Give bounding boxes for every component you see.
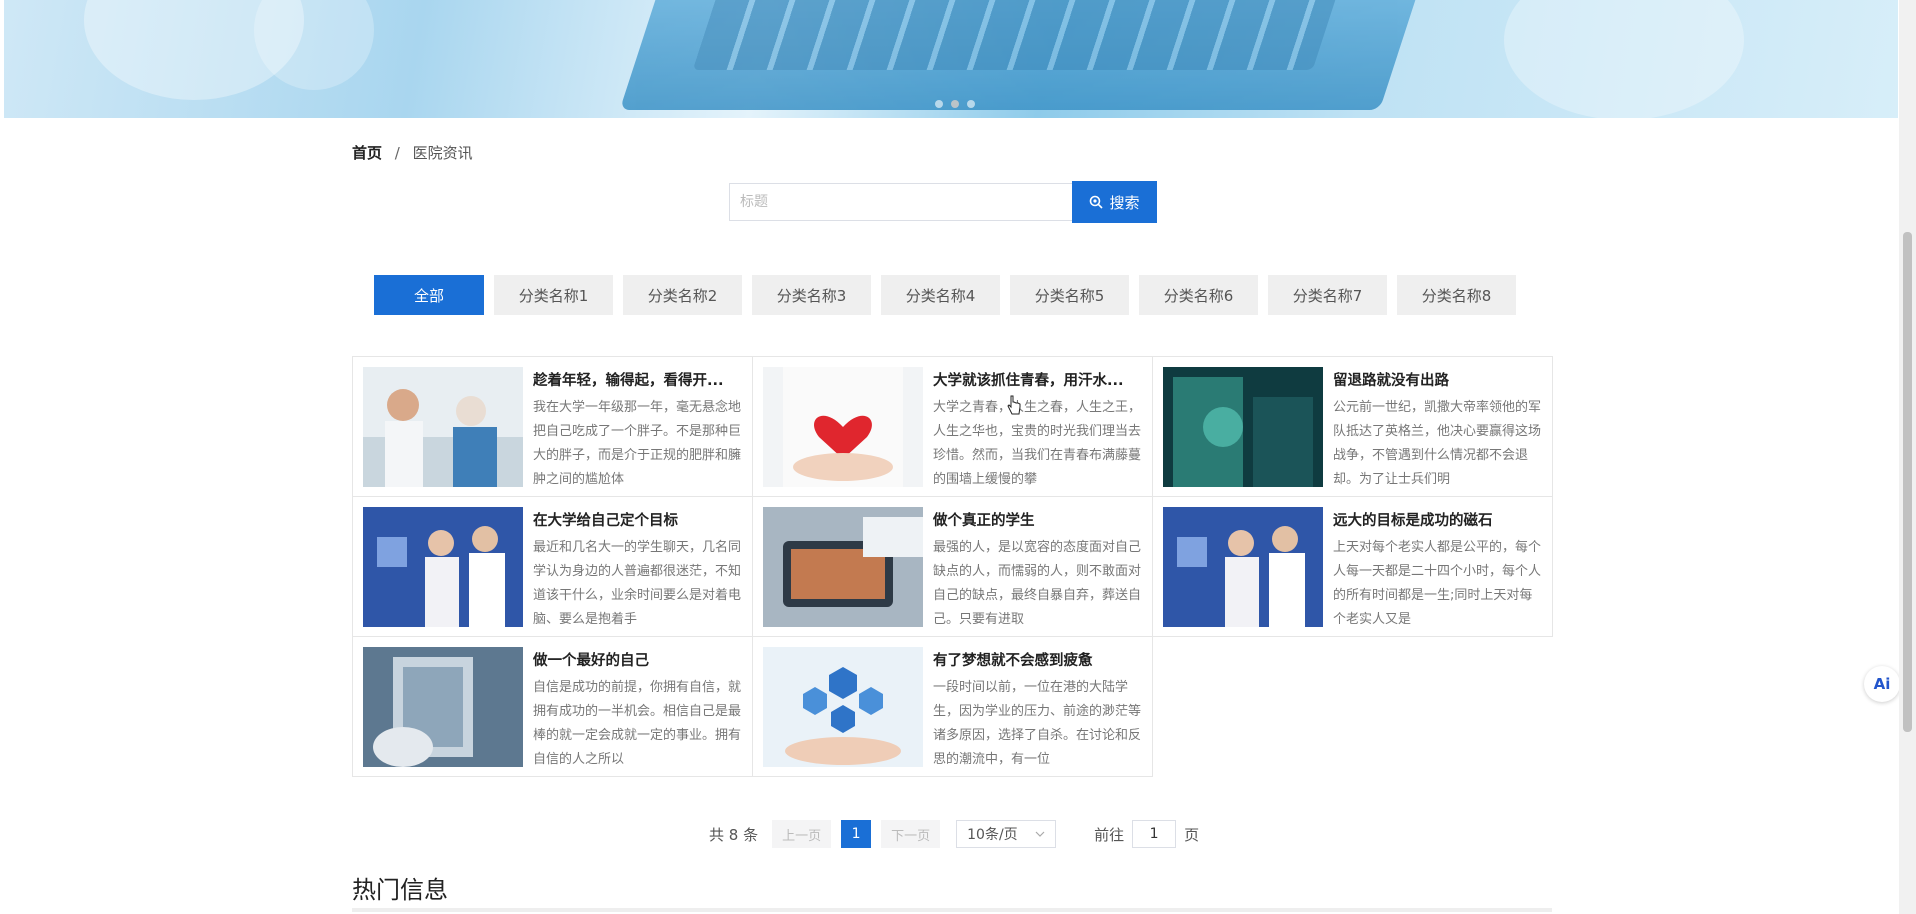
goto-label: 前往 <box>1094 825 1125 844</box>
hot-section-title: 热门信息 <box>352 876 448 904</box>
article-thumbnail[interactable] <box>763 647 923 767</box>
article-thumbnail[interactable] <box>363 647 523 767</box>
tab-category-2[interactable]: 分类名称2 <box>623 275 742 315</box>
article-title[interactable]: 趁着年轻，输得起，看得开... <box>533 369 742 390</box>
article-summary: 我在大学一年级那一年，毫无悬念地把自己吃成了一个胖子。不是那种巨大的胖子，而是介… <box>533 400 742 486</box>
article-summary: 公元前一世纪，凯撒大帝率领他的军队抵达了英格兰，他决心要赢得这场战争，不管遇到什… <box>1333 400 1542 486</box>
article-thumbnail[interactable] <box>1163 367 1323 487</box>
article-summary: 最近和几名大一的学生聊天，几名同学认为身边的人普遍都很迷茫，不知道该干什么，业余… <box>533 540 742 626</box>
article-card[interactable]: 远大的目标是成功的磁石 上天对每个老实人都是公平的，每个人每一天都是二十四个小时… <box>1153 497 1553 637</box>
article-grid: 趁着年轻，输得起，看得开... 我在大学一年级那一年，毫无悬念地把自己吃成了一个… <box>352 356 1553 777</box>
mouse-cursor-icon <box>1007 395 1021 415</box>
article-card[interactable]: 趁着年轻，输得起，看得开... 我在大学一年级那一年，毫无悬念地把自己吃成了一个… <box>353 357 753 497</box>
scrollbar-thumb[interactable] <box>1903 232 1912 732</box>
article-title[interactable]: 大学就该抓住青春，用汗水... <box>933 369 1142 390</box>
page-scrollbar[interactable] <box>1899 0 1916 914</box>
article-card[interactable]: 做个真正的学生 最强的人，是以宽容的态度面对自己缺点的人，而懦弱的人，则不敢面对… <box>753 497 1153 637</box>
article-thumbnail[interactable] <box>363 367 523 487</box>
article-thumbnail[interactable] <box>763 367 923 487</box>
tab-category-7[interactable]: 分类名称7 <box>1268 275 1387 315</box>
article-card[interactable]: 有了梦想就不会感到疲惫 一段时间以前，一位在港的大陆学生，因为学业的压力、前途的… <box>753 637 1153 777</box>
carousel-dot[interactable] <box>967 100 975 108</box>
tab-category-3[interactable]: 分类名称3 <box>752 275 871 315</box>
article-thumbnail[interactable] <box>763 507 923 627</box>
next-page-button[interactable]: 下一页 <box>881 820 941 848</box>
article-title[interactable]: 有了梦想就不会感到疲惫 <box>933 649 1142 670</box>
article-summary: 自信是成功的前提，你拥有自信，就拥有成功的一半机会。相信自己是最棒的就一定会成就… <box>533 680 742 766</box>
goto-page: 前往 页 <box>1094 820 1199 848</box>
carousel-indicators[interactable] <box>935 100 975 108</box>
breadcrumb: 首页 / 医院资讯 <box>352 142 473 163</box>
article-summary: 最强的人，是以宽容的态度面对自己缺点的人，而懦弱的人，则不敢面对自己的缺点，最终… <box>933 540 1142 626</box>
page-size-value: 10条/页 <box>967 827 1018 843</box>
hero-banner[interactable] <box>4 0 1898 118</box>
article-card[interactable]: 大学就该抓住青春，用汗水... 大学之青春，人生之春，人生之王，人生之华也，宝贵… <box>753 357 1153 497</box>
prev-page-button[interactable]: 上一页 <box>772 820 832 848</box>
tab-category-5[interactable]: 分类名称5 <box>1010 275 1129 315</box>
pagination-total: 共 8 条 <box>709 825 759 844</box>
search-icon <box>1090 195 1104 209</box>
ai-assistant-button[interactable]: Ai <box>1864 666 1900 702</box>
search-button-label: 搜索 <box>1109 193 1140 212</box>
tab-category-1[interactable]: 分类名称1 <box>494 275 613 315</box>
article-card[interactable]: 在大学给自己定个目标 最近和几名大一的学生聊天，几名同学认为身边的人普遍都很迷茫… <box>353 497 753 637</box>
article-thumbnail[interactable] <box>1163 507 1323 627</box>
article-title[interactable]: 做个真正的学生 <box>933 509 1142 530</box>
tab-category-4[interactable]: 分类名称4 <box>881 275 1000 315</box>
tab-category-8[interactable]: 分类名称8 <box>1397 275 1516 315</box>
article-title[interactable]: 做一个最好的自己 <box>533 649 742 670</box>
carousel-dot-active[interactable] <box>951 100 959 108</box>
article-title[interactable]: 留退路就没有出路 <box>1333 369 1542 390</box>
page-number-active[interactable]: 1 <box>841 820 872 848</box>
chevron-down-icon <box>1035 831 1045 837</box>
carousel-dot[interactable] <box>935 100 943 108</box>
article-summary: 大学之青春，人生之春，人生之王，人生之华也，宝贵的时光我们理当去珍惜。然而，当我… <box>933 400 1142 486</box>
goto-suffix: 页 <box>1184 825 1200 844</box>
empty-cell <box>1153 637 1553 777</box>
search-bar: 搜索 <box>729 181 1157 223</box>
breadcrumb-home-link[interactable]: 首页 <box>352 144 382 162</box>
article-card[interactable]: 做一个最好的自己 自信是成功的前提，你拥有自信，就拥有成功的一半机会。相信自己是… <box>353 637 753 777</box>
page-size-select[interactable]: 10条/页 <box>956 820 1057 848</box>
article-thumbnail[interactable] <box>363 507 523 627</box>
breadcrumb-current: 医院资讯 <box>412 144 473 162</box>
article-summary: 上天对每个老实人都是公平的，每个人每一天都是二十四个小时，每个人的所有时间都是一… <box>1333 540 1542 626</box>
search-input[interactable] <box>729 183 1072 221</box>
tab-all[interactable]: 全部 <box>374 275 484 315</box>
goto-page-input[interactable] <box>1132 820 1177 848</box>
article-card[interactable]: 留退路就没有出路 公元前一世纪，凯撒大帝率领他的军队抵达了英格兰，他决心要赢得这… <box>1153 357 1553 497</box>
tab-category-6[interactable]: 分类名称6 <box>1139 275 1258 315</box>
pagination: 共 8 条 上一页 1 下一页 10条/页 前往 页 <box>709 820 1199 848</box>
search-button[interactable]: 搜索 <box>1072 181 1157 223</box>
breadcrumb-separator: / <box>394 144 400 162</box>
article-summary: 一段时间以前，一位在港的大陆学生，因为学业的压力、前途的渺茫等诸多原因，选择了自… <box>933 680 1142 766</box>
article-title[interactable]: 远大的目标是成功的磁石 <box>1333 509 1542 530</box>
hot-section-divider <box>352 908 1552 912</box>
article-title[interactable]: 在大学给自己定个目标 <box>533 509 742 530</box>
category-tabs: 全部 分类名称1 分类名称2 分类名称3 分类名称4 分类名称5 分类名称6 分… <box>374 275 1516 315</box>
